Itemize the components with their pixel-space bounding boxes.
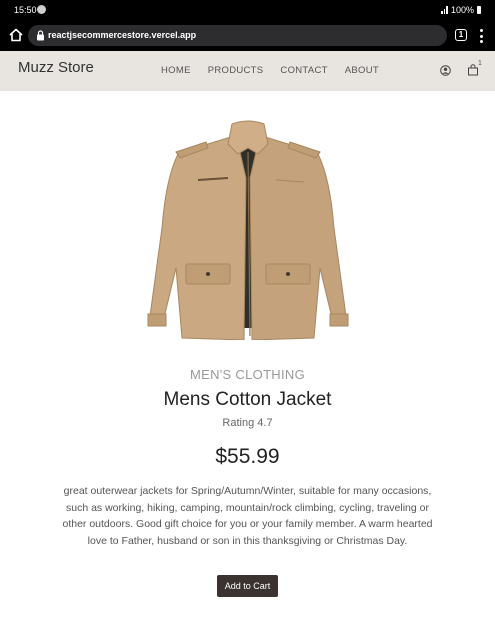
battery-percent: 100% [450, 5, 474, 15]
status-time: 15:50 [14, 5, 37, 15]
nav-links: HOME PRODUCTS CONTACT ABOUT [161, 65, 379, 76]
tabs-icon[interactable]: 1 [455, 29, 467, 41]
notification-icon [37, 5, 46, 14]
url-text: reactjsecommercestore.vercel.app [48, 30, 197, 40]
signal-icon [441, 6, 448, 14]
address-bar[interactable]: reactjsecommercestore.vercel.app [28, 25, 447, 46]
jacket-image [147, 120, 349, 340]
brand-logo[interactable]: Muzz Store [18, 59, 94, 76]
home-icon[interactable] [8, 27, 24, 43]
browser-toolbar: reactjsecommercestore.vercel.app 1 [0, 20, 495, 51]
status-indicators: 100% [441, 5, 481, 15]
menu-icon[interactable] [476, 29, 486, 43]
product-price: $55.99 [215, 445, 280, 468]
lock-icon [37, 30, 44, 41]
product-title: Mens Cotton Jacket [163, 389, 332, 410]
product-rating: Rating 4.7 [222, 417, 273, 429]
nav-products[interactable]: PRODUCTS [208, 65, 264, 76]
tab-count: 1 [458, 30, 464, 39]
nav-contact[interactable]: CONTACT [280, 65, 327, 76]
product-category: MEN'S CLOTHING [189, 367, 306, 382]
battery-icon [477, 6, 481, 14]
account-icon[interactable] [440, 65, 451, 76]
add-to-cart-button[interactable]: Add to Cart [217, 575, 278, 597]
cart-count: 1 [478, 60, 482, 67]
nav-about[interactable]: ABOUT [345, 65, 379, 76]
product-description: great outerwear jackets for Spring/Autum… [62, 485, 433, 547]
status-bar: 15:50 100% [0, 0, 495, 20]
site-navbar: Muzz Store HOME PRODUCTS CONTACT ABOUT 1 [0, 51, 495, 91]
nav-home[interactable]: HOME [161, 65, 191, 76]
